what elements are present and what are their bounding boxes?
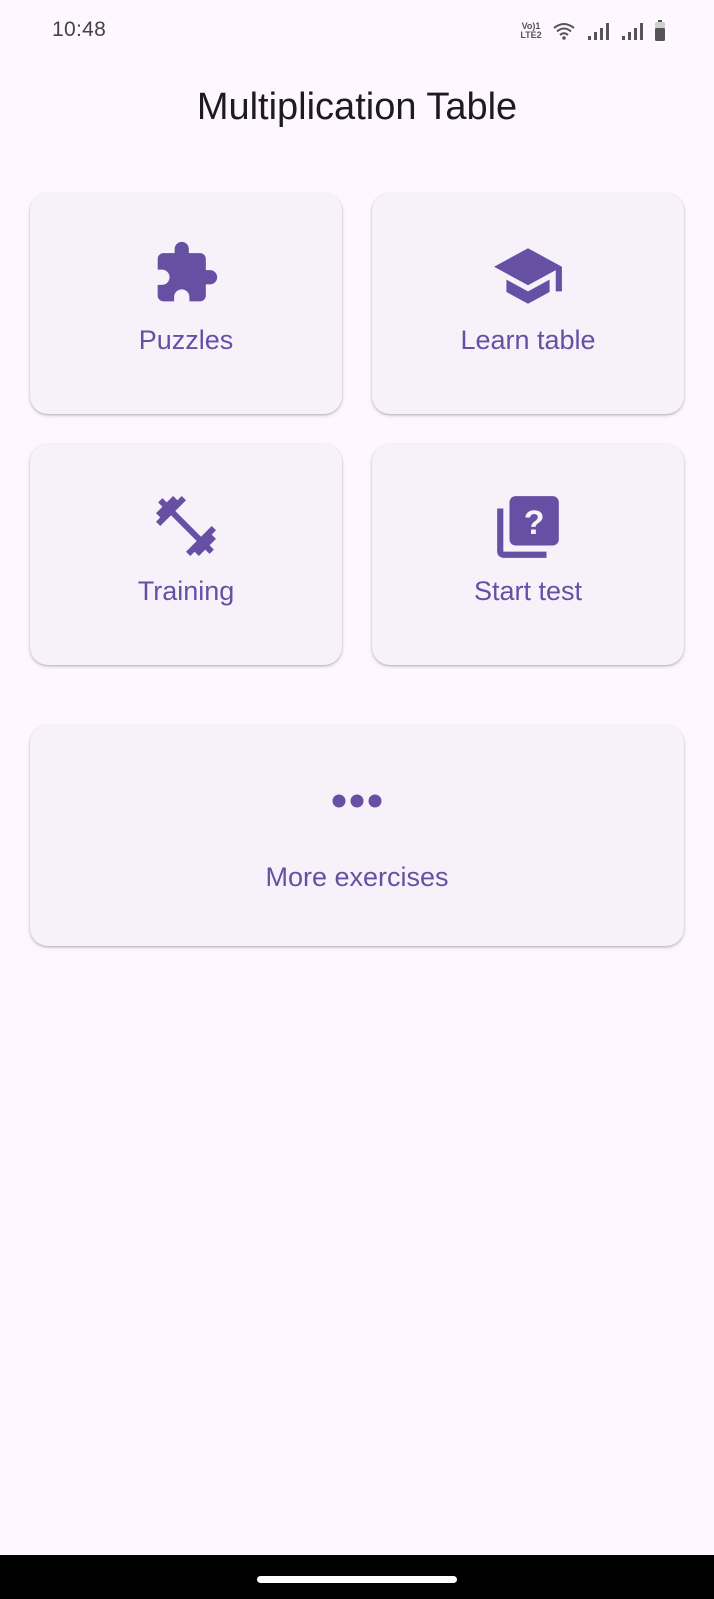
more-exercises-label: More exercises: [265, 862, 449, 892]
svg-text:?: ?: [524, 504, 545, 542]
training-label: Training: [137, 576, 235, 606]
volte-badge-line2: LTE2: [520, 30, 542, 40]
start-test-card[interactable]: ? Start test: [372, 444, 684, 665]
signal-1-icon: [586, 21, 610, 41]
graduation-cap-icon: [372, 239, 684, 309]
more-horizontal-icon: [30, 791, 684, 821]
start-test-label: Start test: [473, 576, 583, 606]
page-title: Multiplication Table: [196, 86, 518, 128]
wifi-icon: [552, 21, 576, 41]
volte-badge: Vo)1 LTE2: [520, 22, 542, 40]
signal-2-icon: [620, 21, 644, 41]
home-indicator[interactable]: [257, 1576, 457, 1583]
learn-table-card[interactable]: Learn table: [372, 193, 684, 414]
battery-icon: [654, 20, 666, 42]
quiz-icon: ?: [372, 490, 684, 560]
puzzles-card[interactable]: Puzzles: [30, 193, 342, 414]
dumbbell-icon: [30, 490, 342, 560]
puzzles-label: Puzzles: [138, 325, 234, 355]
status-time: 10:48: [52, 18, 107, 41]
puzzle-icon: [30, 239, 342, 309]
training-card[interactable]: Training: [30, 444, 342, 665]
more-exercises-card[interactable]: More exercises: [30, 725, 684, 946]
navigation-bar: [0, 1555, 714, 1599]
status-bar: 10:48 Vo)1 LTE2: [0, 0, 714, 62]
status-icons: Vo)1 LTE2: [520, 18, 666, 44]
learn-table-label: Learn table: [460, 325, 596, 355]
